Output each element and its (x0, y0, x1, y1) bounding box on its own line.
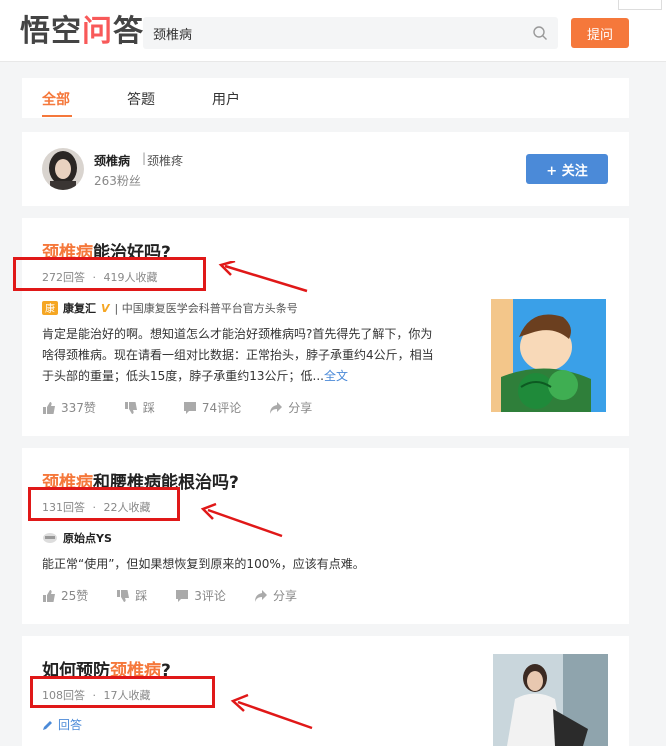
annotation-highlight-box (13, 257, 206, 291)
window-corner-frame (618, 0, 662, 10)
like-action[interactable]: 25赞 (42, 587, 88, 604)
answer-author: 原始点YS (42, 530, 112, 546)
answer-excerpt[interactable]: 能正常“使用”，但如果想恢复到原来的100%，应该有点难。 (42, 554, 602, 575)
comment-icon (176, 589, 189, 602)
svg-text:康: 康 (45, 302, 55, 315)
author-logo-icon[interactable] (42, 531, 58, 545)
question-card: 如何预防颈椎病? 108回答 · 17人收藏 回答 (22, 636, 629, 746)
comment-icon (183, 401, 196, 414)
tab-all[interactable]: 全部 (42, 89, 70, 109)
question-card: 颈椎病和腰椎病能根治吗? 131回答 · 22人收藏 原始点YS 能正常“使用”… (22, 448, 629, 624)
like-count: 337赞 (61, 401, 96, 415)
dislike-action[interactable]: 踩 (116, 587, 147, 604)
author-name[interactable]: 原始点YS (63, 530, 112, 546)
excerpt-line: 能正常“使用”，但如果想恢复到原来的100%，应该有点难。 (42, 557, 365, 571)
answer-button[interactable]: 回答 (42, 716, 82, 733)
dislike-label: 踩 (135, 589, 148, 603)
thumbs-up-icon (43, 401, 55, 414)
ask-button[interactable]: 提问 (571, 18, 629, 48)
topic-avatar[interactable] (42, 148, 84, 190)
pencil-icon (43, 720, 52, 730)
thumbs-up-icon (43, 589, 55, 602)
verified-badge: V (101, 301, 110, 315)
topic-alias: 颈椎疼 (147, 154, 184, 168)
answer-thumbnail[interactable] (491, 299, 606, 412)
question-thumbnail[interactable] (493, 654, 608, 746)
share-action[interactable]: 分享 (254, 587, 297, 604)
search-input[interactable] (143, 17, 523, 49)
author-logo-icon[interactable]: 康 (42, 301, 58, 315)
thumbs-down-icon (124, 401, 137, 414)
comment-action[interactable]: 74评论 (183, 399, 241, 416)
logo-text-accent: 问 (82, 14, 113, 49)
tab-users[interactable]: 用户 (212, 89, 240, 109)
author-name[interactable]: 康复汇 (63, 300, 96, 316)
excerpt-line: 于头部的重量；低头15度，脖子承重约13公斤；低...全文 (42, 366, 482, 387)
dislike-label: 踩 (142, 401, 155, 415)
topic-card: 颈椎病 | 颈椎疼 263粉丝 + 关注 (22, 132, 629, 206)
comment-action[interactable]: 3评论 (175, 587, 226, 604)
annotation-arrow (218, 261, 308, 293)
read-more-link[interactable]: 全文 (324, 369, 348, 383)
share-label: 分享 (272, 589, 297, 603)
thumbs-down-icon (117, 589, 130, 602)
topic-separator: | (142, 151, 147, 165)
share-icon (254, 589, 267, 602)
like-count: 25赞 (61, 589, 89, 603)
excerpt-line: 肯定是能治好的啊。想知道怎么才能治好颈椎病吗?首先得先了解下，你为 (42, 327, 433, 341)
share-action[interactable]: 分享 (269, 399, 312, 416)
author-description: | 中国康复医学会科普平台官方头条号 (114, 302, 298, 315)
tab-answer[interactable]: 答题 (127, 89, 155, 109)
answer-author: 康 康复汇 V | 中国康复医学会科普平台官方头条号 (42, 300, 298, 316)
annotation-arrow (230, 693, 313, 730)
comment-count: 3评论 (194, 589, 226, 603)
filter-tabs: 全部 答题 用户 (22, 78, 629, 118)
share-label: 分享 (288, 401, 313, 415)
topic-name[interactable]: 颈椎病 (94, 152, 130, 169)
logo-text-2: 答 (113, 14, 144, 49)
answer-actions: 337赞 踩 74评论 分享 (42, 399, 340, 416)
comment-count: 74评论 (201, 401, 242, 415)
search-icon[interactable] (532, 25, 548, 41)
answer-actions: 25赞 踩 3评论 分享 (42, 587, 325, 604)
active-tab-indicator (42, 115, 72, 117)
logo-text-1: 悟空 (20, 14, 82, 49)
annotation-highlight-box (30, 676, 215, 708)
search-bar (143, 17, 558, 49)
share-icon (270, 401, 283, 414)
question-card: 颈椎病能治好吗? 272回答 · 419人收藏 康 康复汇 V | 中国康复医学… (13, 218, 629, 436)
annotation-highlight-box (28, 487, 180, 521)
excerpt-line-text: 于头部的重量；低头15度，脖子承重约13公斤；低... (42, 369, 324, 383)
topic-fans-count: 263粉丝 (94, 174, 141, 188)
answer-button-label: 回答 (58, 718, 83, 732)
answer-excerpt[interactable]: 肯定是能治好的啊。想知道怎么才能治好颈椎病吗?首先得先了解下，你为 啥得颈椎病。… (42, 324, 482, 387)
follow-button[interactable]: + 关注 (526, 154, 608, 184)
dislike-action[interactable]: 踩 (124, 399, 155, 416)
top-header: 悟空问答 提问 (0, 0, 666, 62)
app-logo[interactable]: 悟空问答 (20, 14, 144, 50)
excerpt-line: 啥得颈椎病。现在请看一组对比数据：正常抬头，脖子承重约4公斤，相当 (42, 348, 434, 362)
annotation-arrow (200, 502, 283, 538)
like-action[interactable]: 337赞 (42, 399, 96, 416)
